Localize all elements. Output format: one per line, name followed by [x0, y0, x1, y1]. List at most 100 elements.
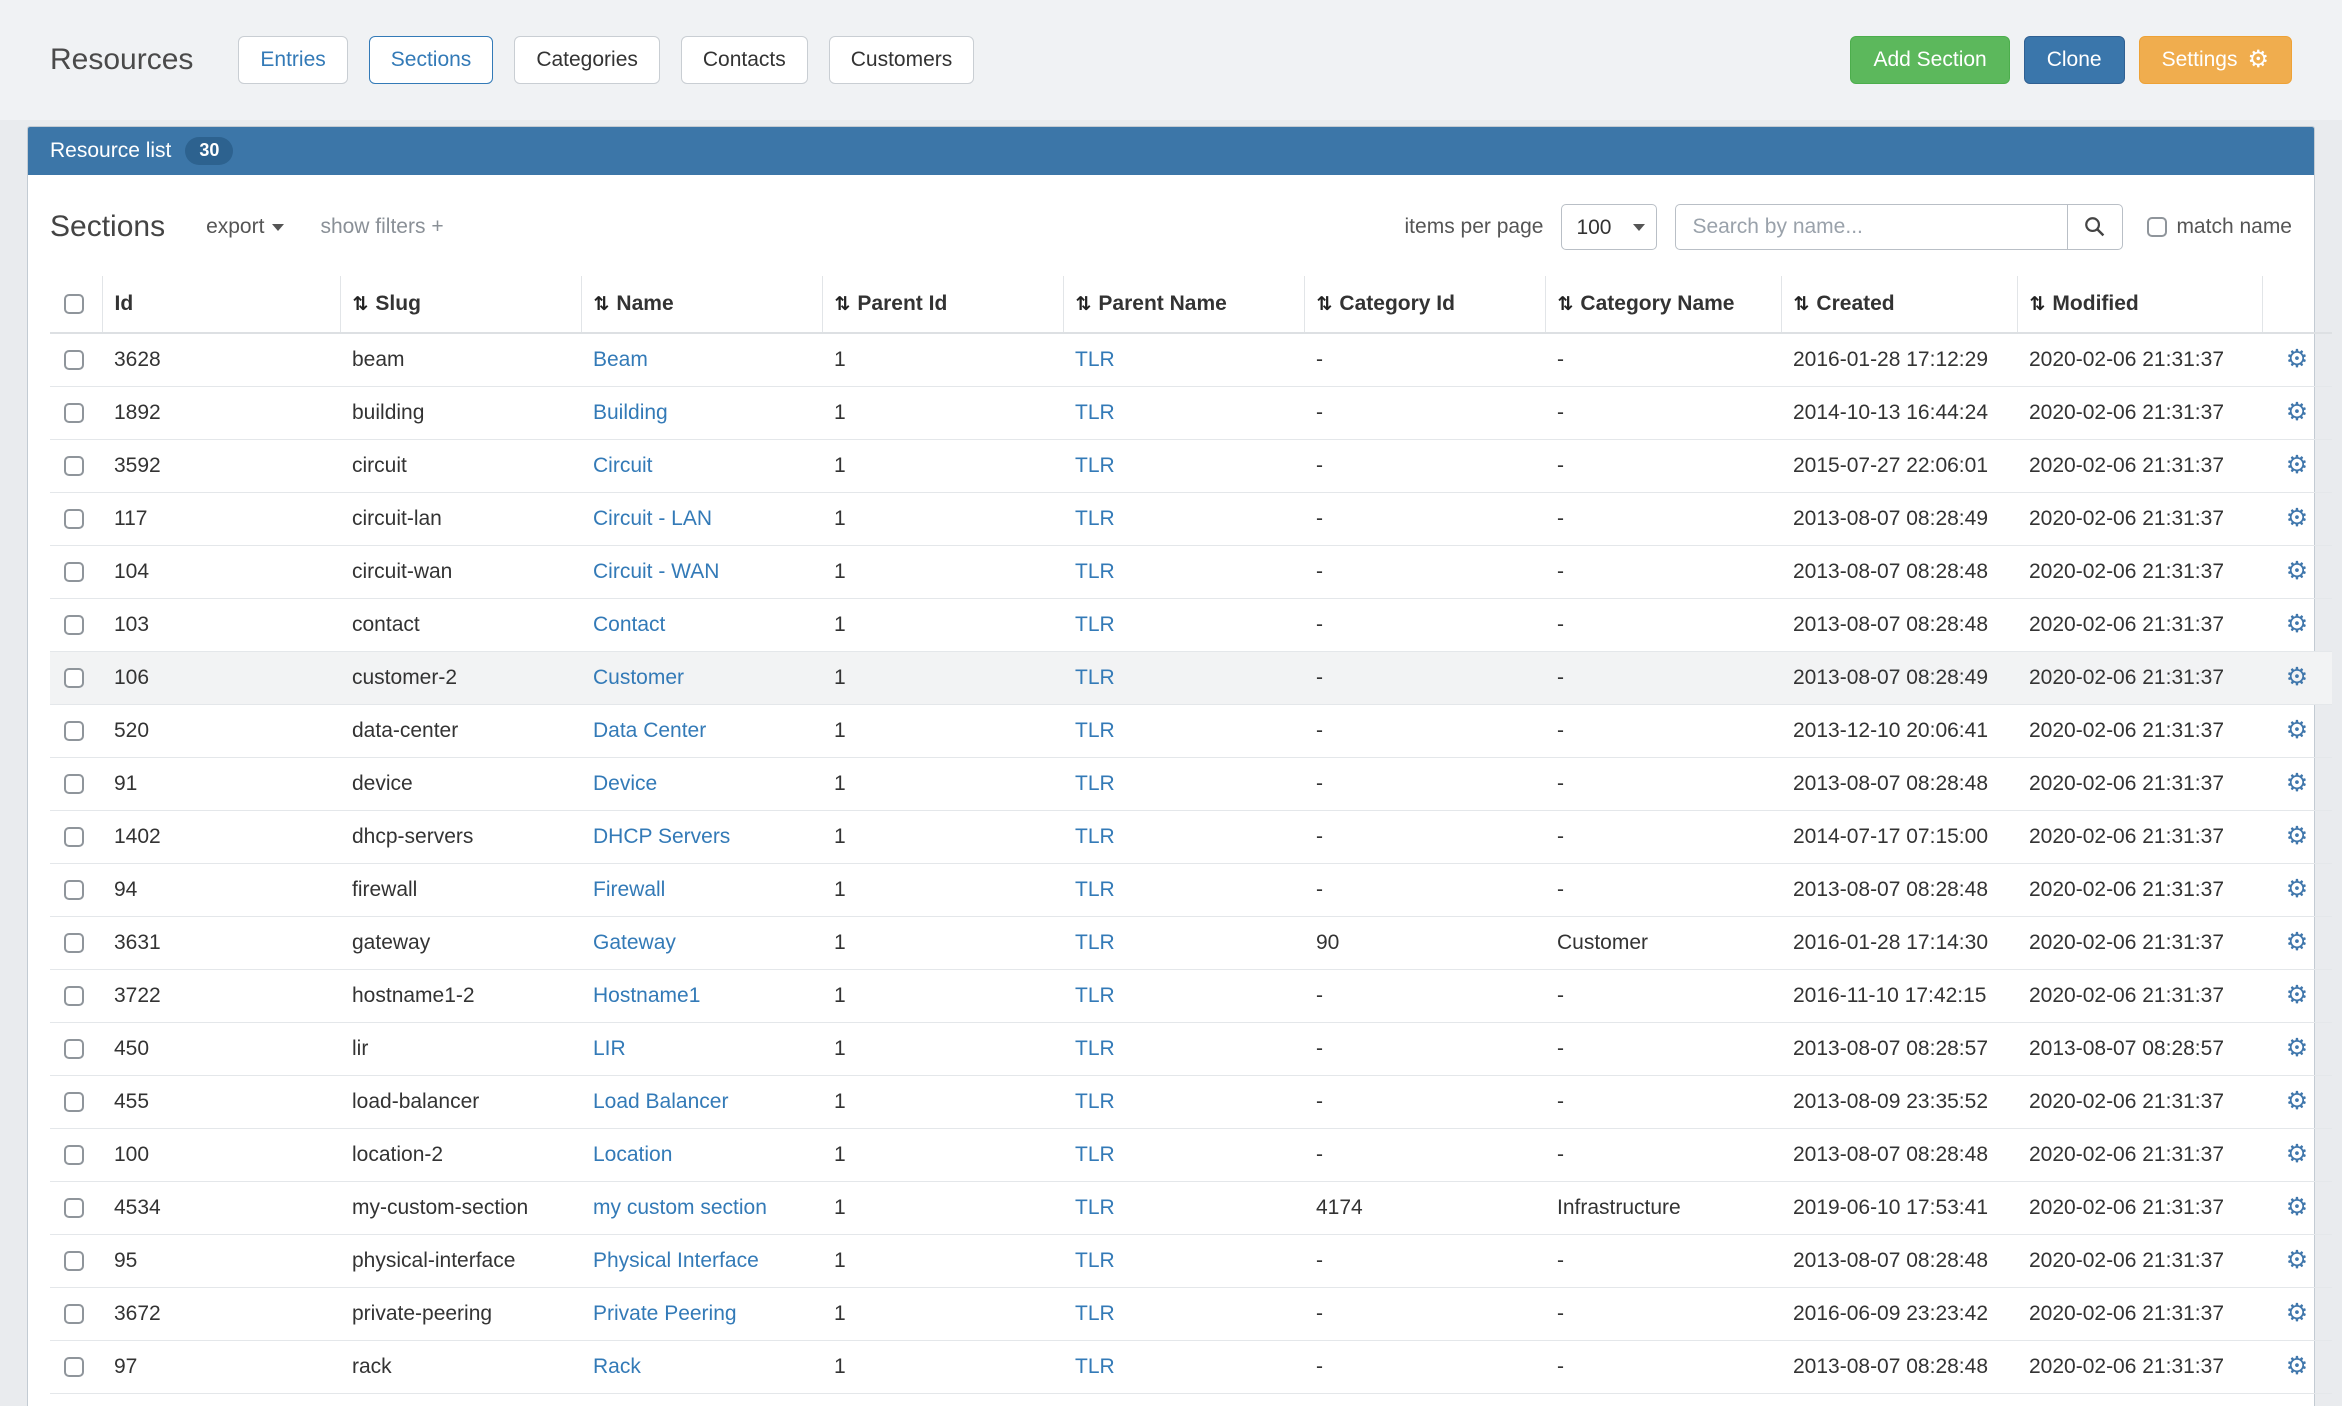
column-header-created[interactable]: ⇅Created — [1781, 276, 2017, 333]
name-link[interactable]: Circuit — [593, 454, 653, 477]
row-checkbox[interactable] — [64, 456, 84, 476]
row-settings-button[interactable]: ⚙ — [2286, 612, 2308, 637]
parent_name-link[interactable]: TLR — [1075, 1090, 1115, 1113]
row-checkbox[interactable] — [64, 509, 84, 529]
name-link[interactable]: Building — [593, 401, 668, 424]
row-settings-button[interactable]: ⚙ — [2286, 400, 2308, 425]
name-link[interactable]: Contact — [593, 613, 665, 636]
select-all-checkbox[interactable] — [64, 294, 84, 314]
add-section-button[interactable]: Add Section — [1850, 36, 2009, 84]
parent_name-link[interactable]: TLR — [1075, 348, 1115, 371]
search-button[interactable] — [2067, 204, 2123, 250]
row-settings-button[interactable]: ⚙ — [2286, 1301, 2308, 1326]
parent_name-link[interactable]: TLR — [1075, 931, 1115, 954]
row-checkbox[interactable] — [64, 721, 84, 741]
name-link[interactable]: Hostname1 — [593, 984, 700, 1007]
tab-contacts[interactable]: Contacts — [681, 36, 808, 83]
row-settings-button[interactable]: ⚙ — [2286, 930, 2308, 955]
parent_name-link[interactable]: TLR — [1075, 666, 1115, 689]
parent_name-link[interactable]: TLR — [1075, 1302, 1115, 1325]
row-settings-button[interactable]: ⚙ — [2286, 1354, 2308, 1379]
parent_name-link[interactable]: TLR — [1075, 613, 1115, 636]
row-checkbox[interactable] — [64, 615, 84, 635]
row-checkbox[interactable] — [64, 986, 84, 1006]
name-link[interactable]: Device — [593, 772, 657, 795]
parent_name-link[interactable]: TLR — [1075, 772, 1115, 795]
row-settings-button[interactable]: ⚙ — [2286, 824, 2308, 849]
row-settings-button[interactable]: ⚙ — [2286, 1142, 2308, 1167]
column-header-slug[interactable]: ⇅Slug — [340, 276, 581, 333]
row-settings-button[interactable]: ⚙ — [2286, 1036, 2308, 1061]
parent_name-link[interactable]: TLR — [1075, 1037, 1115, 1060]
row-checkbox[interactable] — [64, 403, 84, 423]
row-settings-button[interactable]: ⚙ — [2286, 453, 2308, 478]
name-link[interactable]: Private Peering — [593, 1302, 737, 1325]
name-link[interactable]: Gateway — [593, 931, 676, 954]
row-settings-button[interactable]: ⚙ — [2286, 665, 2308, 690]
row-checkbox[interactable] — [64, 774, 84, 794]
parent_name-link[interactable]: TLR — [1075, 1355, 1115, 1378]
show-filters-link[interactable]: show filters + — [320, 215, 443, 239]
row-checkbox[interactable] — [64, 1198, 84, 1218]
parent_name-link[interactable]: TLR — [1075, 507, 1115, 530]
parent_name-link[interactable]: TLR — [1075, 454, 1115, 477]
name-link[interactable]: my custom section — [593, 1196, 767, 1219]
settings-button[interactable]: Settings⚙ — [2139, 36, 2292, 84]
row-checkbox[interactable] — [64, 1039, 84, 1059]
clone-button[interactable]: Clone — [2024, 36, 2125, 84]
match-name-checkbox[interactable] — [2147, 217, 2167, 237]
row-checkbox[interactable] — [64, 1251, 84, 1271]
row-checkbox[interactable] — [64, 1092, 84, 1112]
export-dropdown[interactable]: export — [206, 215, 284, 239]
name-link[interactable]: Beam — [593, 348, 648, 371]
row-checkbox[interactable] — [64, 350, 84, 370]
row-checkbox[interactable] — [64, 933, 84, 953]
tab-customers[interactable]: Customers — [829, 36, 975, 83]
column-header-parent_id[interactable]: ⇅Parent Id — [822, 276, 1063, 333]
row-settings-button[interactable]: ⚙ — [2286, 1089, 2308, 1114]
parent_name-link[interactable]: TLR — [1075, 1249, 1115, 1272]
column-header-parent_name[interactable]: ⇅Parent Name — [1063, 276, 1304, 333]
parent_name-link[interactable]: TLR — [1075, 1196, 1115, 1219]
row-checkbox[interactable] — [64, 562, 84, 582]
column-header-category_name[interactable]: ⇅Category Name — [1545, 276, 1781, 333]
name-link[interactable]: DHCP Servers — [593, 825, 730, 848]
row-settings-button[interactable]: ⚙ — [2286, 718, 2308, 743]
name-link[interactable]: Load Balancer — [593, 1090, 728, 1113]
parent_name-link[interactable]: TLR — [1075, 825, 1115, 848]
name-link[interactable]: Circuit - WAN — [593, 560, 719, 583]
name-link[interactable]: Rack — [593, 1355, 641, 1378]
name-link[interactable]: Circuit - LAN — [593, 507, 712, 530]
row-checkbox[interactable] — [64, 1145, 84, 1165]
name-link[interactable]: Firewall — [593, 878, 665, 901]
name-link[interactable]: Customer — [593, 666, 684, 689]
row-checkbox[interactable] — [64, 1304, 84, 1324]
row-settings-button[interactable]: ⚙ — [2286, 347, 2308, 372]
parent_name-link[interactable]: TLR — [1075, 1143, 1115, 1166]
row-settings-button[interactable]: ⚙ — [2286, 983, 2308, 1008]
row-settings-button[interactable]: ⚙ — [2286, 877, 2308, 902]
name-link[interactable]: Data Center — [593, 719, 706, 742]
parent_name-link[interactable]: TLR — [1075, 401, 1115, 424]
column-header-name[interactable]: ⇅Name — [581, 276, 822, 333]
parent_name-link[interactable]: TLR — [1075, 984, 1115, 1007]
name-link[interactable]: LIR — [593, 1037, 626, 1060]
column-header-category_id[interactable]: ⇅Category Id — [1304, 276, 1545, 333]
tab-sections[interactable]: Sections — [369, 36, 494, 83]
row-checkbox[interactable] — [64, 827, 84, 847]
row-checkbox[interactable] — [64, 668, 84, 688]
parent_name-link[interactable]: TLR — [1075, 560, 1115, 583]
row-settings-button[interactable]: ⚙ — [2286, 771, 2308, 796]
items-per-page-select[interactable]: 100 — [1561, 204, 1657, 250]
row-checkbox[interactable] — [64, 1357, 84, 1377]
parent_name-link[interactable]: TLR — [1075, 719, 1115, 742]
row-settings-button[interactable]: ⚙ — [2286, 1248, 2308, 1273]
row-settings-button[interactable]: ⚙ — [2286, 559, 2308, 584]
name-link[interactable]: Physical Interface — [593, 1249, 759, 1272]
parent_name-link[interactable]: TLR — [1075, 878, 1115, 901]
name-link[interactable]: Location — [593, 1143, 672, 1166]
row-checkbox[interactable] — [64, 880, 84, 900]
tab-entries[interactable]: Entries — [238, 36, 347, 83]
search-input[interactable] — [1675, 204, 2067, 250]
row-settings-button[interactable]: ⚙ — [2286, 1195, 2308, 1220]
